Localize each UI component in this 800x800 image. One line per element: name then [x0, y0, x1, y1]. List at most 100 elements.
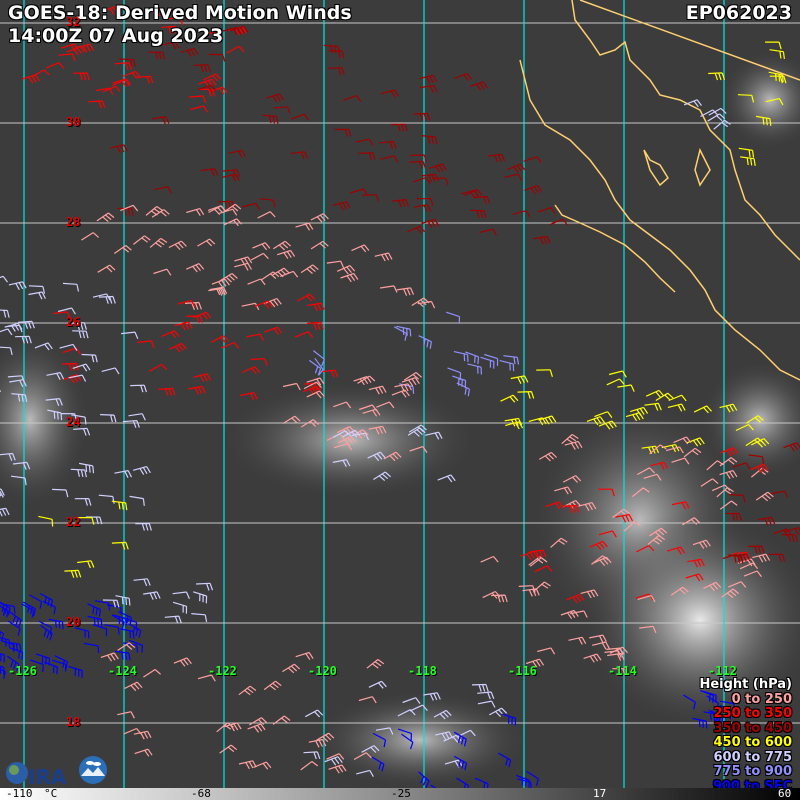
wind-barb	[247, 723, 266, 733]
wind-barb	[282, 663, 301, 674]
longitude-label: -118	[408, 664, 437, 678]
coastline-segment	[554, 204, 676, 293]
longitude-label: -124	[108, 664, 137, 678]
height-legend: Height (hPa) 0 to 250 250 to 350 350 to 45…	[699, 677, 792, 794]
wind-barb	[500, 394, 519, 403]
legend-item: 0 to 250	[731, 691, 792, 707]
wind-barb	[241, 302, 260, 311]
wind-barb	[250, 358, 268, 366]
wind-barb	[0, 309, 10, 318]
wind-barb	[262, 114, 279, 124]
colorbar-label: -25	[391, 787, 411, 800]
wind-barb	[246, 333, 264, 341]
wind-barb	[137, 340, 155, 349]
wind-barb	[294, 331, 314, 338]
wind-barb	[257, 211, 276, 219]
longitude-label: -126	[8, 664, 37, 678]
wind-barb	[645, 389, 665, 398]
wind-barb	[117, 207, 134, 216]
wind-barb	[504, 173, 523, 181]
wind-barb	[196, 582, 214, 591]
wind-barb	[154, 186, 173, 194]
wind-barb	[200, 168, 219, 177]
wind-barb	[336, 265, 356, 275]
coastline-segment	[694, 147, 711, 187]
wind-barb	[115, 650, 131, 661]
wind-barb	[327, 67, 345, 75]
wind-barb	[211, 278, 230, 288]
wind-barb	[290, 151, 309, 160]
wind-barb	[45, 62, 65, 69]
wind-barb	[310, 213, 329, 223]
wind-barb	[100, 414, 117, 423]
wind-barb	[537, 206, 556, 214]
wind-barb	[510, 375, 529, 384]
wind-barb	[62, 282, 80, 292]
wind-barb	[297, 293, 316, 302]
wind-barb	[249, 717, 268, 726]
wind-barb	[306, 321, 325, 331]
wind-barb	[291, 113, 310, 121]
wind-barb	[168, 342, 187, 353]
wind-barb	[57, 307, 76, 315]
wind-barb	[98, 494, 115, 504]
latitude-label: 20	[66, 615, 81, 629]
longitude-label: -114	[608, 664, 637, 678]
wind-barb	[522, 588, 540, 597]
colorbar-label: 60	[778, 787, 792, 800]
wind-barb	[122, 420, 140, 428]
wind-barb	[234, 262, 253, 271]
wind-barb	[252, 242, 271, 251]
wind-barb	[143, 668, 161, 678]
wind-barb	[536, 369, 553, 377]
wind-barb	[238, 685, 257, 696]
wind-barb	[67, 45, 86, 56]
wind-barb	[390, 123, 408, 132]
wind-barb	[755, 491, 774, 502]
wind-barb	[77, 560, 95, 569]
wind-barb	[740, 156, 756, 166]
latitude-label: 24	[66, 415, 81, 429]
wind-barb	[343, 95, 362, 102]
wind-barb	[250, 252, 269, 261]
wind-barb	[380, 285, 398, 293]
wind-barb	[428, 163, 447, 173]
wind-barb	[362, 194, 380, 202]
wind-barb	[143, 591, 161, 600]
wind-barb	[358, 152, 376, 160]
wind-barb	[129, 639, 144, 653]
wind-barb	[305, 709, 324, 718]
wind-barb	[180, 47, 199, 57]
legend-item: 250 to 350	[713, 706, 792, 721]
wind-barb	[416, 198, 434, 206]
legend-item: 450 to 600	[713, 735, 792, 750]
wind-barb	[193, 591, 208, 604]
satellite-wind-map: GOES-18: Derived Motion Winds 14:00Z 07 …	[0, 0, 800, 800]
wind-barb	[9, 611, 22, 628]
map-datetime: 14:00Z 07 Aug 2023	[8, 25, 224, 47]
wind-barb	[295, 222, 314, 231]
wind-barb	[419, 84, 438, 93]
wind-barb	[223, 218, 243, 227]
wind-barb	[480, 356, 495, 369]
wind-barb	[355, 138, 374, 146]
wind-barb	[380, 89, 399, 98]
wind-barb	[40, 625, 53, 641]
wind-barb	[368, 680, 387, 689]
wind-barb	[300, 761, 319, 771]
wind-barb	[784, 527, 800, 536]
wind-barb	[97, 264, 116, 273]
wind-barb	[273, 106, 291, 114]
longitude-label: -112	[708, 664, 737, 678]
latitude-label: 26	[66, 315, 81, 329]
wind-barb	[606, 378, 625, 386]
wind-barb	[351, 244, 370, 253]
wind-barb	[781, 534, 798, 542]
wind-barb	[133, 235, 151, 245]
legend-item: 775 to 900	[713, 764, 792, 779]
wind-barb	[533, 236, 551, 245]
wind-barb	[117, 711, 135, 719]
wind-barb	[31, 69, 50, 78]
longitude-label: -120	[308, 664, 337, 678]
wind-barb	[84, 642, 100, 654]
